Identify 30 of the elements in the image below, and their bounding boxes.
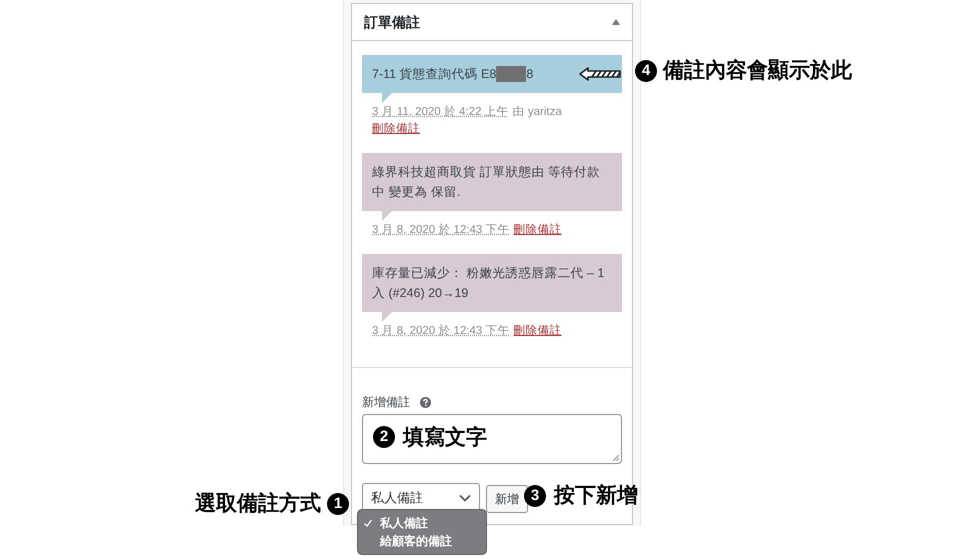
collapse-icon[interactable] [612,19,620,25]
annotation-text: 選取備註方式 [195,490,321,517]
resize-grip-icon[interactable] [613,455,619,461]
note-text: 綠界科技超商取貨 訂單狀態由 等待付款中 變更為 保留. [372,164,601,201]
textarea-value: 填寫文字 [403,426,487,450]
note-date: 3 月 11, 2020 於 4:22 上午 [372,106,509,118]
number-badge: 1 [327,492,349,515]
note-date: 3 月 8, 2020 於 12:43 下午 [372,325,510,337]
number-badge: 2 [373,426,395,448]
arrow-icon [578,66,622,82]
note-text: 庫存量已減少： 粉嫩光誘惑唇露二代 – 1 入 (#246) 20→19 [372,265,606,302]
annotation-text: 備註內容會顯示於此 [663,61,852,81]
note-text: 7-11 貨態查詢代碼 E8 [372,66,496,83]
delete-note-link[interactable]: 刪除備註 [514,224,562,236]
annotation-text: 按下新增 [554,482,638,509]
field-label: 新增備註 [362,394,410,411]
delete-note-link[interactable]: 刪除備註 [514,325,562,337]
number-badge: 3 [524,484,546,507]
help-icon[interactable] [420,396,431,408]
note-textarea[interactable]: 2 填寫文字 [362,414,622,464]
dropdown-option[interactable]: 私人備註 [358,514,486,532]
delete-note-link[interactable]: 刪除備註 [372,123,420,135]
chevron-down-icon [459,494,471,502]
note-text: 8 [526,66,534,83]
note-date: 3 月 8, 2020 於 12:43 下午 [372,224,510,236]
panel-title: 訂單備註 [364,12,420,32]
dropdown-option[interactable]: 給顧客的備註 [358,532,486,550]
number-badge: 4 [635,60,657,82]
note-author: 由 yaritza [512,106,562,118]
add-note-button[interactable]: 新增 [486,485,528,513]
